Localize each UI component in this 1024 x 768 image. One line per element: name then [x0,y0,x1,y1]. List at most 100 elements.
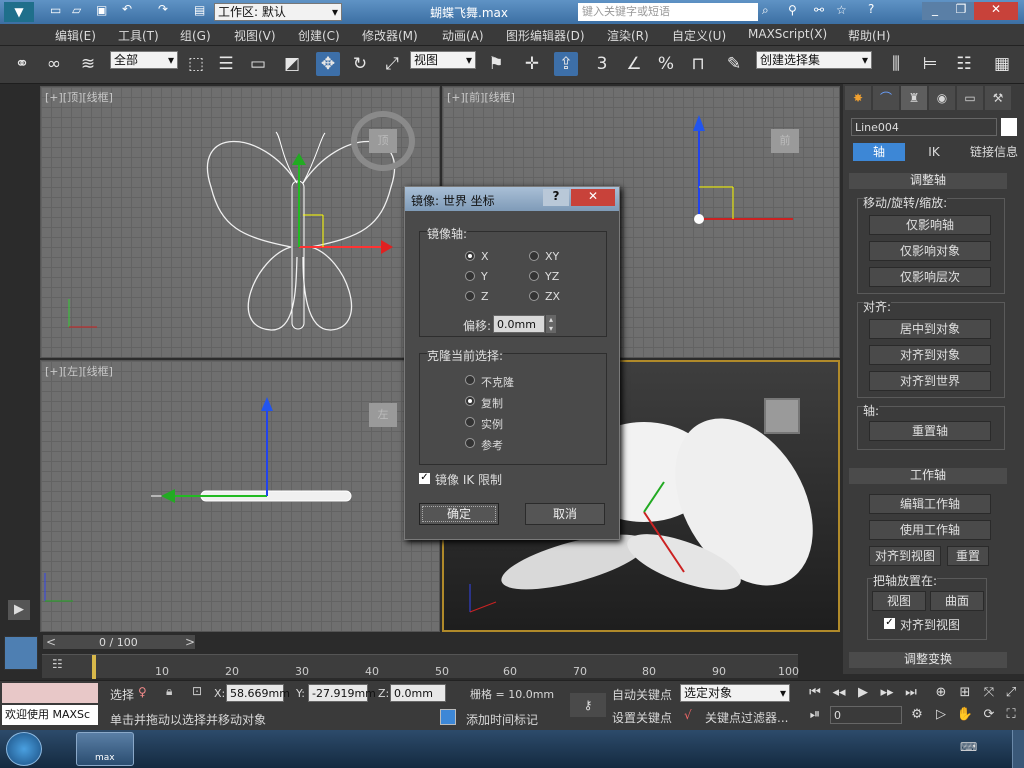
axis-z-radio[interactable] [465,291,475,301]
community-icon[interactable]: ⚯ [814,3,824,17]
start-button[interactable] [6,732,42,766]
reference-coord-dropdown[interactable]: 视图 [410,51,476,69]
object-name-field[interactable]: Line004 [851,118,997,136]
save-icon[interactable]: ▣ [96,3,107,17]
orbit-icon[interactable]: ⟳ [978,705,1000,725]
menu-customize[interactable]: 自定义(U) [672,27,726,44]
menu-edit[interactable]: 编辑(E) [55,27,96,44]
go-to-end-icon[interactable]: ⏭ [900,683,922,703]
pan-icon[interactable]: ✋ [954,705,976,725]
redo-icon[interactable]: ↷ [158,2,168,16]
viewcube-left-face[interactable]: 左 [369,403,397,427]
next-frame-icon[interactable]: ▸▸ [876,683,898,703]
pivot-center-icon[interactable]: ⚑ [484,52,508,76]
time-slider[interactable]: < 0 / 100 > [42,634,196,650]
maximize-viewport-icon[interactable]: ⛶ [1000,705,1022,725]
zoom-icon[interactable]: ⊕ [930,683,952,703]
unlink-icon[interactable]: ∞ [42,52,66,76]
select-object-icon[interactable]: ⬚ [184,52,208,76]
zoom-extents-all-icon[interactable]: ⤢ [1000,683,1022,703]
lock-selection-icon[interactable]: 🔒︎ [166,684,172,699]
project-folder-icon[interactable]: ▤ [194,3,205,17]
key-filters-button[interactable]: 关键点过滤器... [705,709,788,726]
app-logo-icon[interactable]: ▼ [4,2,34,22]
time-cursor[interactable] [92,655,96,679]
rotate-icon[interactable]: ↻ [348,52,372,76]
key-filters-icon[interactable]: √ [684,708,692,722]
rollout-adjust-transform[interactable]: 调整变换 [849,652,1007,668]
copy-radio[interactable] [465,396,475,406]
center-to-object-button[interactable]: 居中到对象 [869,319,991,339]
menu-create[interactable]: 创建(C) [298,27,340,44]
reference-radio[interactable] [465,438,475,448]
x-coord-field[interactable]: 58.669mm [226,684,290,702]
menu-tools[interactable]: 工具(T) [118,27,159,44]
percent-snap-icon[interactable]: % [654,52,678,76]
minimize-button[interactable]: _ [922,2,948,20]
menu-maxscript[interactable]: MAXScript(X) [748,27,827,41]
align-to-view-checkbox[interactable]: ✓ [884,618,895,629]
absolute-mode-icon[interactable]: ⊡ [192,684,202,698]
graphite-tools-icon[interactable]: ▦ [990,52,1014,76]
new-file-icon[interactable]: ▭ [50,3,61,17]
filters-icon[interactable]: ☷ [52,657,63,671]
viewport-left[interactable]: [+][左][线框] 左 [40,360,440,632]
menu-help[interactable]: 帮助(H) [848,27,890,44]
affect-pivot-only-button[interactable]: 仅影响轴 [869,215,991,235]
menu-graph-editors[interactable]: 图形编辑器(D) [506,27,585,44]
z-coord-field[interactable]: 0.0mm [390,684,446,702]
rollout-adjust-pivot[interactable]: 调整轴 [849,173,1007,189]
viewcube-perspective[interactable] [764,398,800,434]
isolate-icon[interactable]: ♀ [138,685,147,699]
angle-snap-icon[interactable]: ∠ [622,52,646,76]
play-icon[interactable]: ▶ [852,683,874,703]
axis-y-radio[interactable] [465,271,475,281]
window-crossing-icon[interactable]: ◩ [280,52,304,76]
undo-icon[interactable]: ↶ [122,2,132,16]
place-view-button[interactable]: 视图 [872,591,926,611]
manipulate-icon[interactable]: ✛ [520,52,544,76]
tab-ik[interactable]: IK [908,143,960,161]
named-selection-dropdown[interactable]: 创建选择集 [756,51,872,69]
bind-spacewarp-icon[interactable]: ≋ [76,52,100,76]
reset-button[interactable]: 重置 [947,546,989,566]
close-button[interactable]: ✕ [974,2,1018,20]
mirror-ik-checkbox[interactable]: ✓ [419,473,430,484]
previous-frame-icon[interactable]: ◂◂ [828,683,850,703]
go-to-start-icon[interactable]: ⏮ [804,683,826,703]
binoculars-icon[interactable]: ⌕ [762,3,769,18]
select-move-icon[interactable]: ✥ [316,52,340,76]
dialog-close-button[interactable]: ✕ [571,189,615,206]
offset-spinner[interactable]: 0.0mm [493,315,545,333]
add-time-tag-icon[interactable] [440,709,456,725]
axis-zx-radio[interactable] [529,291,539,301]
show-desktop-button[interactable] [1012,730,1024,768]
align-to-view-button[interactable]: 对齐到视图 [869,546,941,566]
maxscript-mini-listener[interactable] [2,683,98,703]
display-tab-icon[interactable]: ▭ [957,86,983,110]
taskbar-3dsmax-button[interactable]: max [76,732,134,766]
key-icon[interactable]: ⚲ [788,3,797,17]
track-bar[interactable]: ☷ 10 20 30 40 50 60 70 80 90 100 [42,654,799,679]
menu-modifiers[interactable]: 修改器(M) [362,27,418,44]
keyboard-shortcut-icon[interactable]: ⇪ [554,52,578,76]
align-to-world-button[interactable]: 对齐到世界 [869,371,991,391]
keyboard-icon[interactable]: ⌨ [960,740,977,754]
add-time-tag[interactable]: 添加时间标记 [466,711,538,728]
create-tab-icon[interactable]: ✸ [845,86,871,110]
affect-object-only-button[interactable]: 仅影响对象 [869,241,991,261]
open-file-icon[interactable]: ▱ [72,3,81,17]
viewport-top-label[interactable]: [+][顶][线框] [45,89,113,105]
dialog-help-button[interactable]: ? [543,189,569,206]
axis-xy-radio[interactable] [529,251,539,261]
link-icon[interactable]: ⚭ [10,52,34,76]
key-mode-icon[interactable]: ⏯ [804,705,826,725]
scale-icon[interactable]: ⤢ [380,52,404,76]
mirror-dialog-titlebar[interactable]: 镜像: 世界 坐标 ? ✕ [405,187,619,211]
viewcube-front-face[interactable]: 前 [771,129,799,153]
reset-pivot-button[interactable]: 重置轴 [869,421,991,441]
utilities-tab-icon[interactable]: ⚒ [985,86,1011,110]
axis-yz-radio[interactable] [529,271,539,281]
no-clone-radio[interactable] [465,375,475,385]
place-surface-button[interactable]: 曲面 [930,591,984,611]
